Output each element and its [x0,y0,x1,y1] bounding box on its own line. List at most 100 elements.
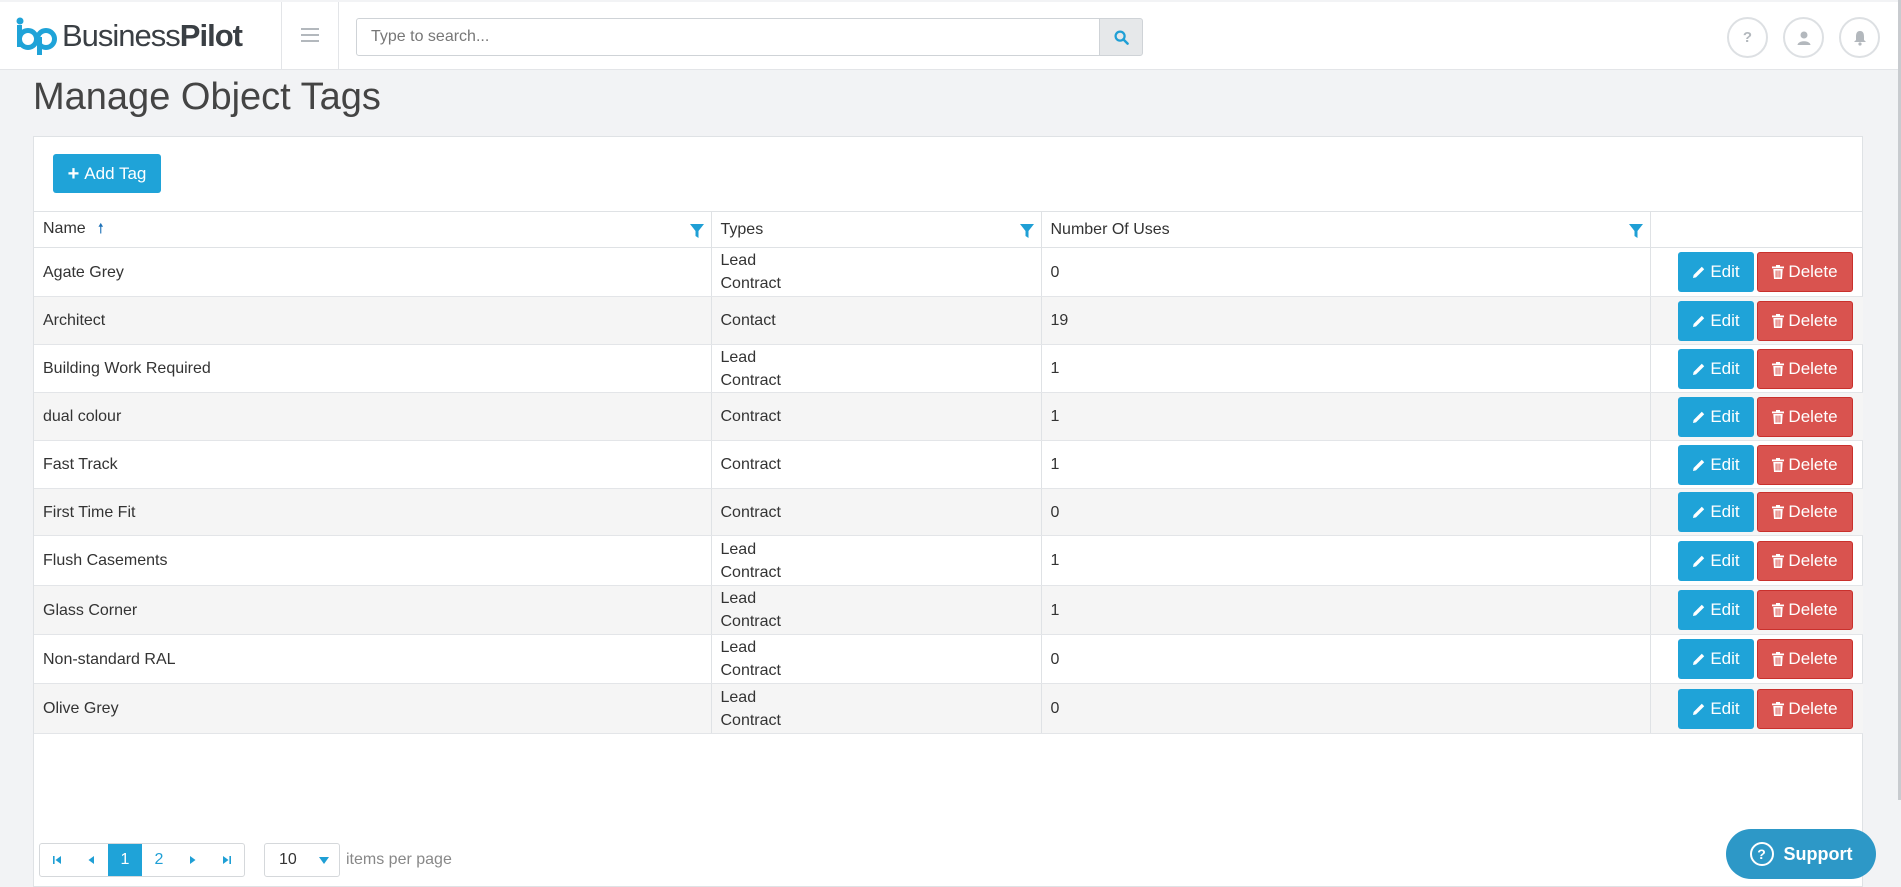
delete-button[interactable]: Delete [1757,590,1853,630]
trash-icon [1772,361,1785,376]
tag-name-cell: Non-standard RAL [34,634,711,684]
page-button-1[interactable]: 1 [108,844,142,876]
tag-type-label: Contract [720,711,781,729]
row-actions-cell: Edit Delete [1649,247,1863,297]
trash-icon [1772,505,1785,519]
delete-label: Delete [1788,454,1838,474]
filter-icon[interactable] [1628,223,1644,239]
tag-uses-cell: 1 [1040,440,1650,489]
pagination: 1 2 [39,843,245,877]
tag-name-cell: Architect [34,296,711,345]
table-row: First Time Fit Contract 0 Edit Delete [34,488,1863,536]
pencil-icon [1693,555,1705,567]
help-button[interactable]: ? [1727,17,1768,58]
delete-button[interactable]: Delete [1757,348,1853,389]
delete-button[interactable]: Delete [1757,444,1853,485]
pencil-icon [1693,604,1705,616]
menu-toggle-icon[interactable] [298,24,322,48]
trash-icon [1772,265,1785,279]
table-row: Non-standard RAL Lead Contract 0 Edit Delet… [34,634,1863,684]
user-icon [1797,31,1810,45]
row-actions-cell: Edit Delete [1649,440,1863,489]
edit-button[interactable]: Edit [1678,444,1754,485]
edit-button[interactable]: Edit [1678,252,1754,292]
tag-types-cell: Lead Contract [710,344,1041,393]
next-page-icon [190,856,196,864]
tag-types-cell: Contract [710,440,1041,489]
delete-button[interactable]: Delete [1757,396,1853,437]
delete-button[interactable]: Delete [1757,639,1853,679]
row-actions-cell: Edit Delete [1649,535,1863,586]
delete-button[interactable]: Delete [1757,300,1853,341]
tag-type-label: Lead [720,639,757,656]
edit-button[interactable]: Edit [1678,492,1754,532]
edit-label: Edit [1710,358,1740,378]
edit-label: Edit [1710,502,1740,521]
column-header-types[interactable]: Types [710,211,1041,248]
user-profile-button[interactable] [1783,17,1824,58]
app-logo[interactable]: BusinessPilot [16,14,243,58]
tag-types-cell: Lead Contract [710,585,1041,635]
edit-button[interactable]: Edit [1678,540,1754,581]
help-circle-icon: ? [1749,842,1774,866]
notifications-button[interactable] [1839,17,1880,58]
delete-label: Delete [1788,600,1838,619]
trash-icon [1772,457,1785,472]
column-header-uses[interactable]: Number Of Uses [1040,211,1650,248]
add-tag-button[interactable]: + Add Tag [53,154,161,193]
delete-button[interactable]: Delete [1757,688,1853,729]
edit-button[interactable]: Edit [1678,639,1754,679]
first-page-button[interactable] [40,844,74,876]
delete-button[interactable]: Delete [1757,540,1853,581]
edit-label: Edit [1710,649,1740,668]
delete-button[interactable]: Delete [1757,252,1853,292]
pencil-icon [1693,266,1705,278]
delete-label: Delete [1788,406,1838,426]
support-button[interactable]: ? Support [1726,829,1876,879]
bell-icon [1853,30,1866,46]
tag-types-cell: Contract [710,392,1041,441]
delete-label: Delete [1788,358,1838,378]
search-input[interactable] [356,18,1100,56]
top-navbar: BusinessPilot ? [0,2,1898,70]
edit-button[interactable]: Edit [1678,300,1754,341]
trash-icon [1772,313,1785,328]
edit-label: Edit [1710,698,1740,718]
delete-label: Delete [1788,649,1838,668]
tag-type-label: Contract [720,408,781,425]
edit-button[interactable]: Edit [1678,348,1754,389]
delete-label: Delete [1788,698,1838,718]
pencil-icon [1693,411,1705,423]
page-button-2[interactable]: 2 [142,844,176,876]
next-page-button[interactable] [176,844,210,876]
tag-type-label: Contract [720,613,781,630]
sort-ascending-icon[interactable]: 🠕 [98,220,104,236]
table-row: Fast Track Contract 1 Edit Delete [34,440,1863,489]
edit-button[interactable]: Edit [1678,590,1754,630]
last-page-button[interactable] [210,844,244,876]
table-row: Glass Corner Lead Contract 1 Edit Delete [34,585,1863,635]
table-row: dual colour Contract 1 Edit Delete [34,392,1863,441]
tag-type-label: Lead [720,348,757,366]
filter-icon[interactable] [1019,223,1035,239]
tag-type-label: Contract [720,371,781,389]
tag-uses-cell: 19 [1040,296,1650,345]
tag-type-label: Lead [720,688,757,706]
nav-divider [338,2,339,70]
tag-types-cell: Lead Contract [710,247,1041,297]
edit-button[interactable]: Edit [1678,688,1754,729]
column-header-name[interactable]: Name 🠕 [34,211,711,248]
previous-page-button[interactable] [74,844,108,876]
tag-type-label: Contract [720,456,781,473]
edit-label: Edit [1710,454,1740,474]
tag-types-cell: Lead Contract [710,634,1041,684]
delete-button[interactable]: Delete [1757,492,1853,532]
edit-label: Edit [1710,310,1740,330]
search-button[interactable] [1099,18,1143,56]
filter-icon[interactable] [689,223,705,239]
edit-button[interactable]: Edit [1678,396,1754,437]
page-size-select[interactable]: 10 [264,843,340,877]
row-actions-cell: Edit Delete [1649,392,1863,441]
tag-uses-cell: 1 [1040,392,1650,441]
plus-icon: + [67,162,80,185]
